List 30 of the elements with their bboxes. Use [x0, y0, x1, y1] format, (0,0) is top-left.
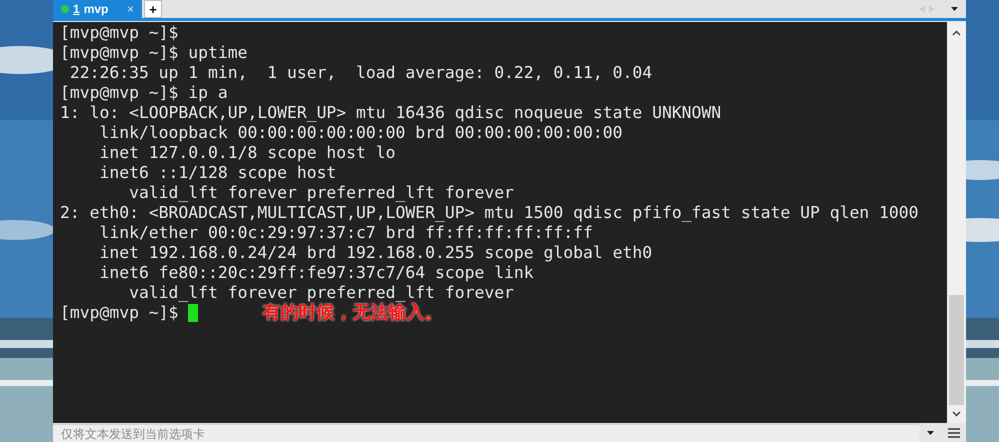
terminal-line: [mvp@mvp ~]$ — [60, 23, 178, 43]
terminal-line: 22:26:35 up 1 min, 1 user, load average: 0.22, 0.11, 0.04 — [68, 63, 652, 83]
terminal-line: valid_lft forever preferred_lft forever — [128, 183, 514, 203]
scrollbar-thumb[interactable] — [949, 295, 964, 405]
send-text-field[interactable]: 仅将文本发送到当前选项卡 — [53, 424, 919, 442]
annotation: 有的时候，无法输入。 — [262, 303, 442, 323]
menu-icon[interactable] — [948, 428, 960, 438]
scroll-down-icon[interactable] — [952, 411, 961, 417]
terminal-line: 1: lo: <LOOPBACK,UP,LOWER_UP> mtu 16436 qdisc noqueue state UNKNOWN — [60, 103, 722, 123]
scrollbar[interactable] — [947, 22, 966, 423]
terminal-line: inet6 ::1/128 scope host — [98, 163, 336, 183]
terminal-line: inet 127.0.0.1/8 scope host lo — [98, 143, 396, 163]
terminal-line: link/loopback 00:00:00:00:00:00 brd 00:00:00:00:00:00 — [98, 123, 622, 143]
terminal[interactable] — [53, 22, 947, 423]
terminal-line: [mvp@mvp ~]$ uptime — [60, 43, 248, 63]
terminal-line: inet6 fe80::20c:29ff:fe97:37c7/64 scope link — [98, 263, 534, 283]
caret-icon[interactable] — [927, 431, 934, 435]
scroll-up-icon[interactable] — [952, 30, 961, 36]
terminal-line: inet 192.168.0.24/24 brd 192.168.0.255 scope global eth0 — [98, 243, 652, 263]
tab-index: 1 — [73, 1, 80, 18]
tab-label: mvp — [84, 1, 108, 18]
close-icon[interactable]: × — [126, 0, 134, 18]
caret-icon[interactable] — [951, 7, 958, 11]
new-tab-button[interactable]: + — [144, 0, 162, 18]
terminal-line: [mvp@mvp ~]$ ip a — [60, 83, 228, 103]
terminal-line: link/ether 00:0c:29:97:37:c7 brd ff:ff:ff:ff:ff:ff — [98, 223, 593, 243]
terminal-prompt: [mvp@mvp ~]$ — [60, 303, 178, 323]
tab[interactable]: 1 mvp × — [53, 0, 142, 18]
terminal-line: 2: eth0: <BROADCAST,MULTICAST,UP,LOWER_UP> mtu 1500 qdisc pfifo_fast state UP qlen 1000 — [60, 203, 919, 223]
terminal-line: valid_lft forever preferred_lft forever — [128, 283, 514, 302]
